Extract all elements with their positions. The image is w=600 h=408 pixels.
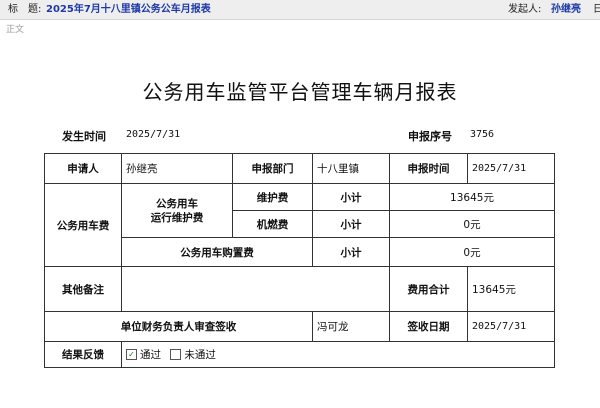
- repair-amount: 13645元: [389, 183, 555, 211]
- fuel-amount: 0元: [389, 210, 555, 238]
- report-form-table: 申请人 孙继亮 申报部门 十八里镇 申报时间 2025/7/31 公务用车费 公…: [44, 153, 555, 368]
- fuel-label: 机燃费: [232, 210, 313, 238]
- sign-date-label: 签收日期: [389, 311, 468, 342]
- dept-value: 十八里镇: [312, 153, 390, 184]
- page-title: 公务用车监管平台管理车辆月报表: [142, 80, 458, 104]
- fuel-subtotal-label: 小计: [312, 210, 390, 238]
- repair-label: 维护费: [232, 183, 313, 211]
- apply-time-label: 申报时间: [389, 153, 468, 184]
- vehicle-cost-label: 公务用车费: [44, 183, 122, 267]
- header-bar: 标 题: 2025年7月十八里镇公务公车月报表 发起人: 孙继亮 日: [0, 0, 600, 20]
- feedback-options: ✓ 通过 未通过: [121, 341, 555, 368]
- finance-signer-value: 冯可龙: [312, 311, 390, 342]
- truncated-date-label: 日: [593, 4, 600, 15]
- occur-time-label: 发生时间: [62, 130, 106, 143]
- apply-time-value: 2025/7/31: [467, 153, 555, 184]
- serial-label: 申报序号: [408, 130, 452, 143]
- feedback-label: 结果反馈: [44, 341, 122, 368]
- maintenance-group-label: 公务用车 运行维护费: [121, 183, 233, 238]
- title-label: 标 题:: [8, 4, 42, 15]
- form-row-feedback: 结果反馈 ✓ 通过 未通过: [44, 341, 555, 368]
- form-row-repair: 公务用车费 公务用车 运行维护费 维护费 小计 13645元: [44, 183, 555, 267]
- applicant-value: 孙继亮: [121, 153, 233, 184]
- document-subject: 2025年7月十八里镇公务公车月报表: [46, 4, 211, 15]
- purchase-amount: 0元: [389, 237, 555, 267]
- total-value: 13645元: [467, 266, 555, 312]
- occur-time-value: 2025/7/31: [126, 129, 181, 140]
- purchase-subtotal-label: 小计: [312, 237, 390, 267]
- form-row-applicant: 申请人 孙继亮 申报部门 十八里镇 申报时间 2025/7/31: [44, 153, 555, 184]
- pass-checkbox[interactable]: ✓: [126, 349, 137, 360]
- pass-option-label: 通过: [140, 349, 161, 361]
- fail-checkbox[interactable]: [170, 349, 182, 360]
- finance-signoff-label: 单位财务负责人审查签收: [44, 311, 313, 342]
- sign-date-value: 2025/7/31: [467, 311, 555, 342]
- total-label: 费用合计: [389, 266, 468, 312]
- purchase-label: 公务用车购置费: [121, 237, 313, 267]
- remarks-field[interactable]: [121, 266, 390, 312]
- applicant-label: 申请人: [44, 153, 122, 184]
- dept-label: 申报部门: [232, 153, 313, 184]
- serial-value: 3756: [470, 129, 495, 140]
- repair-subtotal-label: 小计: [312, 183, 390, 211]
- form-row-purchase: 公务用车购置费 小计 0元: [45, 237, 555, 267]
- tab-body-text[interactable]: 正文: [6, 22, 24, 35]
- form-row-finance: 单位财务负责人审查签收 冯可龙 签收日期 2025/7/31: [44, 311, 555, 342]
- sender-label: 发起人:: [508, 4, 542, 15]
- sender-name: 孙继亮: [551, 4, 581, 15]
- form-row-remarks: 其他备注 费用合计 13645元: [44, 266, 555, 312]
- fail-option-label: 未通过: [184, 349, 216, 361]
- remarks-label: 其他备注: [44, 266, 122, 312]
